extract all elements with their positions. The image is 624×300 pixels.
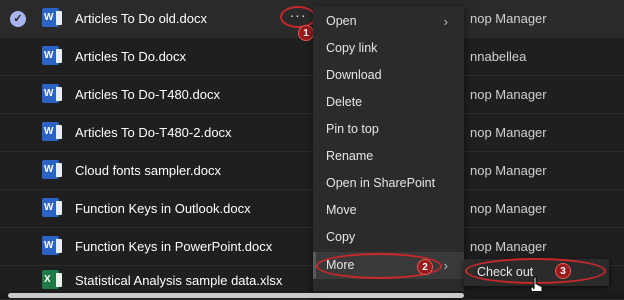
menu-item-label: Move	[326, 203, 357, 217]
file-row[interactable]: W Articles To Do-T480.docx nop Manager	[0, 76, 624, 114]
annotation-marker-1: 1	[298, 25, 314, 41]
file-row[interactable]: W Function Keys in Outlook.docx nop Mana…	[0, 190, 624, 228]
menu-item-label: Pin to top	[326, 122, 379, 136]
modified-by: nop Manager	[470, 87, 547, 102]
word-file-icon: W	[42, 122, 62, 141]
file-row[interactable]: W Cloud fonts sampler.docx nop Manager	[0, 152, 624, 190]
scrollbar-thumb[interactable]	[8, 293, 464, 298]
modified-by: nnabellea	[470, 49, 527, 64]
file-name[interactable]: Articles To Do-T480-2.docx	[75, 125, 232, 140]
file-name[interactable]: Function Keys in PowerPoint.docx	[75, 239, 272, 254]
modified-by: nop Manager	[470, 201, 547, 216]
annotation-marker-2: 2	[417, 259, 433, 275]
modified-by: nop Manager	[470, 11, 547, 26]
chevron-right-icon: ›	[443, 14, 448, 29]
modified-by: nop Manager	[470, 125, 547, 140]
chevron-right-icon: ›	[443, 258, 448, 273]
word-file-icon: W	[42, 84, 62, 103]
menu-item-label: Open in SharePoint	[326, 176, 436, 190]
more-actions-button[interactable]: ···	[280, 6, 316, 28]
file-name[interactable]: Cloud fonts sampler.docx	[75, 163, 221, 178]
horizontal-scrollbar[interactable]	[0, 291, 624, 299]
menu-item-download[interactable]: Download	[313, 62, 464, 89]
file-name[interactable]: Articles To Do.docx	[75, 49, 186, 64]
menu-item-label: Open	[326, 14, 357, 28]
file-name[interactable]: Statistical Analysis sample data.xlsx	[75, 273, 282, 288]
checkmark-icon[interactable]: ✓	[10, 11, 26, 27]
word-file-icon: W	[42, 160, 62, 179]
menu-item-label: Delete	[326, 95, 363, 109]
menu-item-label: Copy link	[326, 41, 378, 55]
menu-item-pin-to-top[interactable]: Pin to top	[313, 116, 464, 143]
annotation-marker-3: 3	[555, 263, 571, 279]
menu-item-rename[interactable]: Rename	[313, 143, 464, 170]
menu-item-delete[interactable]: Delete	[313, 89, 464, 116]
modified-by: nop Manager	[470, 163, 547, 178]
modified-by: nop Manager	[470, 239, 547, 254]
menu-item-label: Download	[326, 68, 382, 82]
file-name[interactable]: Function Keys in Outlook.docx	[75, 201, 251, 216]
word-file-icon: W	[42, 198, 62, 217]
file-row[interactable]: W Articles To Do.docx nnabellea	[0, 38, 624, 76]
menu-item-copy-link[interactable]: Copy link	[313, 35, 464, 62]
menu-item-copy[interactable]: Copy	[313, 224, 464, 251]
file-name[interactable]: Articles To Do-T480.docx	[75, 87, 220, 102]
menu-item-label: Copy	[326, 230, 356, 244]
menu-item-label: Rename	[326, 149, 374, 163]
file-list: ✓ W Articles To Do old.docx nop Manager …	[0, 0, 624, 300]
excel-file-icon: X	[42, 270, 62, 289]
menu-item-open[interactable]: Open ›	[313, 8, 464, 35]
menu-item-open-in-sharepoint[interactable]: Open in SharePoint	[313, 170, 464, 197]
file-row[interactable]: W Articles To Do-T480-2.docx nop Manager	[0, 114, 624, 152]
menu-item-move[interactable]: Move	[313, 197, 464, 224]
word-file-icon: W	[42, 236, 62, 255]
word-file-icon: W	[42, 8, 62, 27]
word-file-icon: W	[42, 46, 62, 65]
file-name[interactable]: Articles To Do old.docx	[75, 11, 207, 26]
